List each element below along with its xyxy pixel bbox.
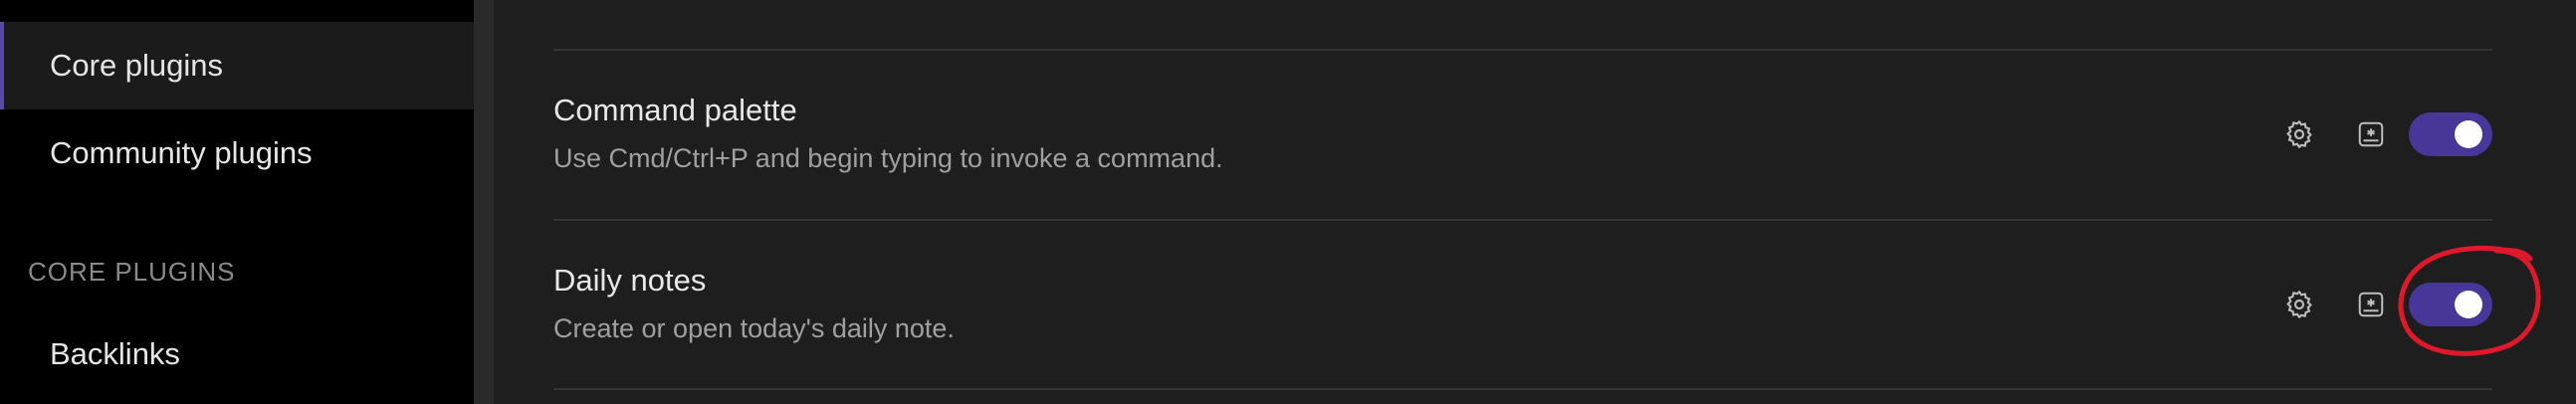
- hotkey-icon[interactable]: [2351, 285, 2391, 324]
- sidebar-item-backlinks[interactable]: Backlinks: [0, 310, 474, 398]
- sidebar-item-label: Backlinks: [50, 336, 180, 371]
- toggle-command-palette[interactable]: [2409, 112, 2492, 156]
- settings-content: · · · · · · · · · · · · · · Command pale…: [494, 0, 2576, 404]
- setting-row-command-palette: Command palette Use Cmd/Ctrl+P and begin…: [553, 51, 2492, 220]
- toggle-knob: [2455, 120, 2482, 148]
- setting-description: Create or open today's daily note.: [553, 313, 955, 343]
- sidebar-item-core-plugins[interactable]: Core plugins: [0, 22, 474, 109]
- sidebar-scrollbar-track[interactable]: [474, 0, 494, 404]
- sidebar-section-heading: CORE PLUGINS: [28, 257, 236, 287]
- settings-sidebar: Core plugins Community plugins CORE PLUG…: [0, 0, 474, 404]
- setting-row-daily-notes: Daily notes Create or open today's daily…: [553, 221, 2492, 390]
- settings-window: Core plugins Community plugins CORE PLUG…: [0, 0, 2576, 404]
- sidebar-item-label: Core plugins: [50, 48, 224, 83]
- setting-description: Use Cmd/Ctrl+P and begin typing to invok…: [553, 143, 1223, 173]
- setting-name: Command palette: [553, 93, 797, 127]
- sidebar-item-community-plugins[interactable]: Community plugins: [0, 109, 474, 197]
- gear-icon[interactable]: [2279, 285, 2319, 324]
- toggle-daily-notes[interactable]: [2409, 283, 2492, 326]
- hotkey-icon[interactable]: [2351, 114, 2391, 154]
- divider: [553, 388, 2492, 390]
- sidebar-item-label: Community plugins: [50, 135, 313, 170]
- toggle-knob: [2455, 291, 2482, 318]
- previous-setting-fragment: · · · · · · · · · · · · · ·: [1370, 0, 1745, 9]
- setting-name: Daily notes: [553, 263, 707, 298]
- gear-icon[interactable]: [2279, 114, 2319, 154]
